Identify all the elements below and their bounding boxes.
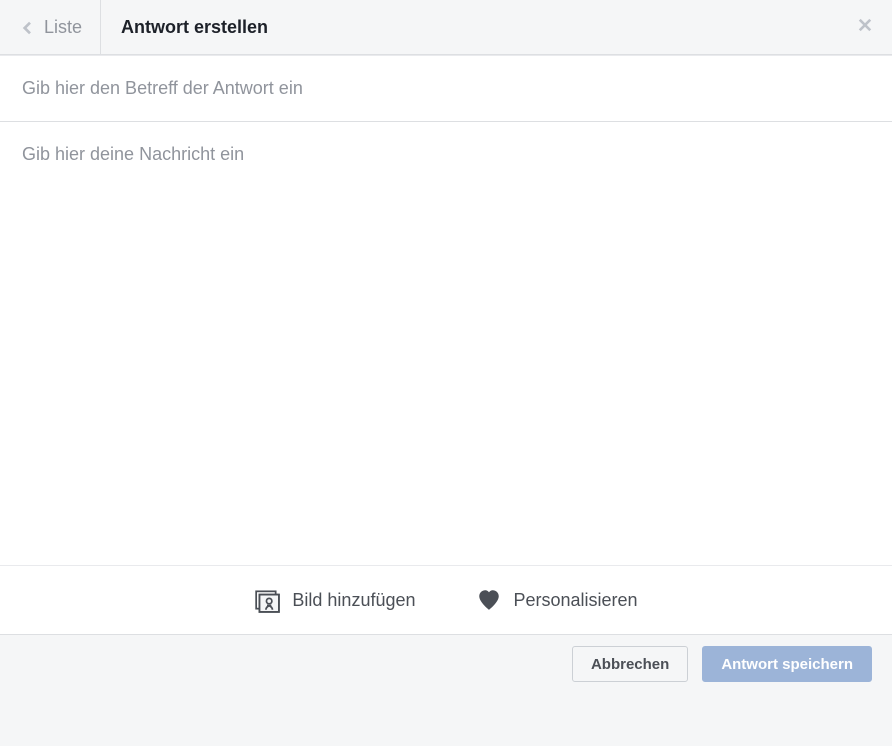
close-button[interactable] xyxy=(856,18,874,36)
editor-toolbar: Bild hinzufügen Personalisieren xyxy=(0,565,892,635)
back-button[interactable]: Liste xyxy=(0,0,101,54)
subject-input[interactable] xyxy=(0,56,892,122)
add-image-label: Bild hinzufügen xyxy=(292,590,415,611)
dialog-title: Antwort erstellen xyxy=(101,17,268,38)
dialog-content xyxy=(0,55,892,565)
dialog-header: Liste Antwort erstellen xyxy=(0,0,892,55)
add-image-button[interactable]: Bild hinzufügen xyxy=(254,587,415,613)
dialog-footer: Abbrechen Antwort speichern xyxy=(0,635,892,693)
cancel-button[interactable]: Abbrechen xyxy=(572,646,688,682)
back-label: Liste xyxy=(44,17,82,38)
personalize-label: Personalisieren xyxy=(514,590,638,611)
heart-icon xyxy=(476,587,502,613)
message-textarea[interactable] xyxy=(0,122,892,560)
save-button[interactable]: Antwort speichern xyxy=(702,646,872,682)
chevron-left-icon xyxy=(20,20,34,34)
image-icon xyxy=(254,587,280,613)
close-icon xyxy=(856,16,874,39)
personalize-button[interactable]: Personalisieren xyxy=(476,587,638,613)
